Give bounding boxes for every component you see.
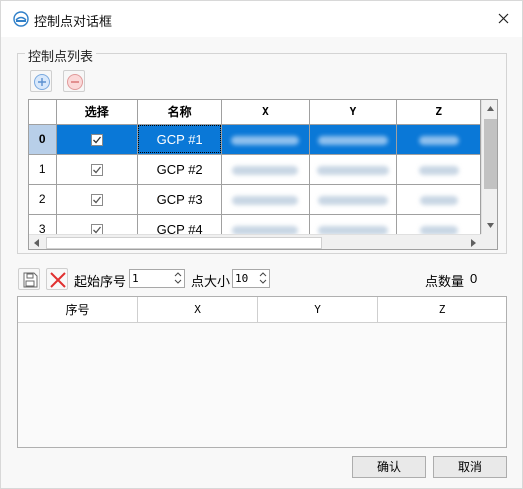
delete-button[interactable] — [46, 268, 68, 290]
add-point-button[interactable] — [30, 70, 52, 92]
scrollbar-corner — [481, 234, 497, 249]
spin-down-icon[interactable] — [257, 278, 269, 287]
name-cell[interactable]: GCP #4 — [137, 214, 223, 234]
column-header-x[interactable]: X — [138, 297, 258, 323]
start-index-spinbox[interactable] — [129, 269, 185, 288]
row-header[interactable]: 2 — [29, 184, 57, 215]
point-size-label: 点大小 — [191, 274, 231, 289]
y-cell[interactable] — [309, 184, 398, 215]
save-button[interactable] — [18, 268, 40, 290]
select-cell[interactable] — [56, 214, 138, 234]
name-cell[interactable]: GCP #2 — [137, 154, 223, 185]
checkmark-icon — [92, 196, 101, 204]
column-header-name[interactable]: 名称 — [137, 100, 223, 125]
column-header-y[interactable]: Y — [309, 100, 398, 125]
z-cell[interactable] — [396, 184, 481, 215]
select-cell[interactable] — [56, 124, 138, 155]
column-header-z[interactable]: Z — [396, 100, 481, 125]
checkmark-icon — [92, 226, 101, 234]
close-icon — [498, 13, 509, 24]
scroll-up-icon[interactable] — [482, 100, 498, 117]
select-cell[interactable] — [56, 154, 138, 185]
scroll-right-icon[interactable] — [465, 235, 481, 250]
checkmark-icon — [92, 166, 101, 174]
row-header[interactable]: 0 — [29, 124, 57, 155]
row-checkbox[interactable] — [90, 224, 103, 234]
table-row[interactable]: 1 GCP #2 — [29, 154, 481, 185]
point-size-spinbox[interactable] — [232, 269, 270, 288]
column-header-x[interactable]: X — [221, 100, 310, 125]
column-header-select[interactable]: 选择 — [56, 100, 138, 125]
add-icon — [34, 74, 50, 90]
spin-up-icon[interactable] — [172, 270, 184, 278]
z-cell[interactable] — [396, 214, 481, 234]
y-cell[interactable] — [309, 154, 398, 185]
x-cell[interactable] — [221, 184, 310, 215]
scroll-left-icon[interactable] — [29, 235, 45, 250]
spin-up-icon[interactable] — [257, 270, 269, 278]
delete-icon — [50, 272, 66, 288]
grid-header-row: 选择 名称 X Y Z — [29, 100, 481, 125]
ok-button[interactable]: 确认 — [352, 456, 426, 478]
point-count-label: 点数量 — [425, 274, 465, 289]
control-point-dialog: 控制点对话框 控制点列表 选择 名称 X Y Z 0 GCP #1 1 GCP … — [0, 0, 523, 489]
x-cell[interactable] — [221, 154, 310, 185]
name-cell[interactable]: GCP #1 — [137, 124, 223, 155]
table-row[interactable]: 0 GCP #1 — [29, 124, 481, 155]
spin-down-icon[interactable] — [172, 278, 184, 287]
title-bar: 控制点对话框 — [1, 1, 522, 37]
table-row[interactable]: 2 GCP #3 — [29, 184, 481, 215]
y-cell[interactable] — [309, 214, 398, 234]
row-checkbox[interactable] — [90, 194, 103, 207]
row-checkbox[interactable] — [90, 134, 103, 147]
app-logo-icon — [13, 11, 29, 27]
close-button[interactable] — [490, 6, 518, 32]
table-row[interactable]: 3 GCP #4 — [29, 214, 481, 234]
scroll-down-icon[interactable] — [482, 217, 498, 234]
window-title: 控制点对话框 — [34, 14, 113, 29]
point-count-value: 0 — [470, 271, 478, 286]
checkmark-icon — [92, 136, 101, 144]
vertical-scroll-thumb[interactable] — [484, 119, 497, 189]
point-size-spin-buttons[interactable] — [257, 270, 269, 287]
row-header[interactable]: 1 — [29, 154, 57, 185]
z-cell[interactable] — [396, 154, 481, 185]
cancel-button[interactable]: 取消 — [433, 456, 507, 478]
grid-horizontal-scrollbar[interactable] — [29, 234, 481, 250]
grid-vertical-scrollbar[interactable] — [481, 100, 498, 234]
grid-corner-header — [29, 100, 57, 125]
save-icon — [23, 272, 38, 288]
row-checkbox[interactable] — [90, 164, 103, 177]
select-cell[interactable] — [56, 184, 138, 215]
z-cell[interactable] — [396, 124, 481, 155]
name-cell[interactable]: GCP #3 — [137, 184, 223, 215]
control-point-grid[interactable]: 选择 名称 X Y Z 0 GCP #1 1 GCP #2 2 GCP #3 3… — [28, 99, 498, 250]
y-cell[interactable] — [309, 124, 398, 155]
column-header-y[interactable]: Y — [258, 297, 378, 323]
remove-point-button[interactable] — [63, 70, 85, 92]
start-index-spin-buttons[interactable] — [172, 270, 184, 287]
row-header[interactable]: 3 — [29, 214, 57, 234]
point-list-table[interactable]: 序号 X Y Z — [17, 296, 507, 448]
column-header-index[interactable]: 序号 — [18, 297, 138, 323]
point-list-header: 序号 X Y Z — [18, 297, 506, 323]
start-index-label: 起始序号 — [74, 274, 127, 289]
x-cell[interactable] — [221, 214, 310, 234]
x-cell[interactable] — [221, 124, 310, 155]
group-label: 控制点列表 — [25, 46, 97, 65]
remove-icon — [67, 74, 83, 90]
horizontal-scroll-thumb[interactable] — [46, 237, 322, 249]
column-header-z[interactable]: Z — [378, 297, 506, 323]
